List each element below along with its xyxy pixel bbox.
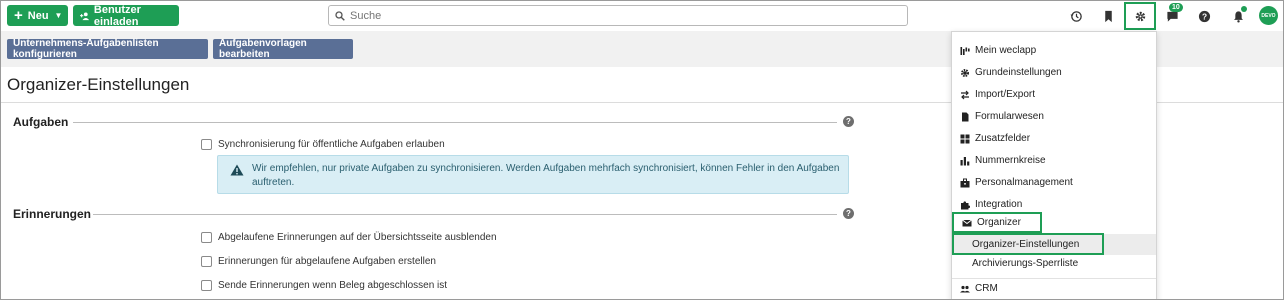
page-title: Organizer-Einstellungen (7, 75, 190, 94)
menu-item-label: Nummernkreise (975, 155, 1046, 166)
menu-item-personalmanagement[interactable]: Personalmanagement (952, 172, 1156, 193)
people-icon (960, 284, 970, 294)
menu-item-label: Personalmanagement (975, 177, 1073, 188)
sync-public-tasks-label: Synchronisierung für öffentliche Aufgabe… (218, 139, 445, 150)
gear-icon (960, 68, 970, 78)
reminder-option[interactable]: Sende Erinnerungen wenn Beleg abgeschlos… (201, 280, 447, 291)
menu-item-import-export[interactable]: Import/Export (952, 84, 1156, 105)
divider (73, 122, 837, 123)
edit-task-templates-button[interactable]: Aufgabenvorlagen bearbeiten (213, 38, 353, 60)
sync-public-tasks-checkbox[interactable] (201, 139, 212, 150)
menu-item-label: Organizer (977, 217, 1021, 228)
menu-item-label: Import/Export (975, 89, 1036, 100)
settings-menu: Mein weclapp Grundeinstellungen Import/E… (951, 31, 1157, 299)
document-icon (960, 112, 970, 122)
menu-item-label: CRM (975, 283, 998, 294)
reminder-option[interactable]: Abgelaufene Erinnerungen auf der Übersic… (201, 232, 497, 243)
selection-highlight (952, 233, 1104, 255)
puzzle-icon (960, 200, 970, 210)
help-icon[interactable]: ? (843, 208, 854, 219)
section-heading-reminders: Erinnerungen (13, 207, 92, 221)
sync-public-tasks-option[interactable]: Synchronisierung für öffentliche Aufgabe… (201, 139, 445, 150)
warning-icon (230, 164, 244, 176)
menu-item-archivierungs-sperrliste[interactable]: Archivierungs-Sperrliste (952, 253, 1156, 274)
menu-item-nummernkreise[interactable]: Nummernkreise (952, 150, 1156, 171)
grid-icon (960, 134, 970, 144)
invite-user-label: Benutzer einladen (93, 3, 141, 28)
history-icon[interactable] (1065, 5, 1087, 27)
avatar[interactable]: DEVO (1259, 6, 1278, 25)
search-box[interactable] (328, 5, 908, 26)
reminder-option-checkbox[interactable] (201, 256, 212, 267)
menu-item-crm[interactable]: CRM (952, 278, 1156, 299)
menu-item-label: Integration (975, 199, 1023, 210)
chat-badge: 10 (1169, 3, 1183, 12)
search-icon (335, 10, 345, 21)
menu-item-mein-weclapp[interactable]: Mein weclapp (952, 40, 1156, 61)
settings-gear-button[interactable] (1124, 2, 1156, 30)
bookmark-icon[interactable] (1097, 5, 1119, 27)
configure-task-lists-button[interactable]: Unternehmens-Aufgabenlisten konfiguriere… (7, 38, 208, 60)
menu-item-label: Grundeinstellungen (975, 67, 1062, 78)
reminder-option[interactable]: Erinnerungen für abgelaufene Aufgaben er… (201, 256, 436, 267)
menu-item-organizer[interactable]: Organizer (952, 212, 1042, 233)
reminder-option-label: Erinnerungen für abgelaufene Aufgaben er… (218, 256, 436, 267)
menu-item-zusatzfelder[interactable]: Zusatzfelder (952, 128, 1156, 149)
top-bar: + Neu ▼ Benutzer einladen Suche 10 ? DEV… (1, 1, 1283, 31)
reminder-option-label: Sende Erinnerungen wenn Beleg abgeschlos… (218, 280, 448, 291)
menu-item-formularwesen[interactable]: Formularwesen (952, 106, 1156, 127)
briefcase-icon (960, 178, 970, 188)
add-user-icon (80, 11, 90, 20)
new-button[interactable]: + Neu ▼ (7, 5, 68, 26)
reminder-option-checkbox[interactable] (201, 280, 212, 291)
mail-icon (962, 218, 972, 228)
warning-alert-text: Wir empfehlen, nur private Aufgaben zu s… (252, 163, 840, 188)
menu-item-grundeinstellungen[interactable]: Grundeinstellungen (952, 62, 1156, 83)
swap-icon (960, 90, 970, 100)
menu-item-label: Archivierungs-Sperrliste (972, 258, 1079, 269)
invite-user-button[interactable]: Benutzer einladen (73, 3, 179, 28)
menu-item-label: Formularwesen (975, 111, 1044, 122)
menu-item-organizer-einstellungen[interactable]: Organizer-Einstellungen (952, 233, 1156, 255)
reminder-option-label: Abgelaufene Erinnerungen auf der Übersic… (218, 232, 497, 243)
notification-dot (1241, 6, 1247, 12)
section-heading-tasks: Aufgaben (13, 115, 69, 129)
search-input[interactable] (350, 9, 890, 22)
divider (93, 214, 837, 215)
gear-icon (1135, 11, 1145, 21)
menu-item-label: Mein weclapp (975, 45, 1037, 56)
svg-text:?: ? (1201, 11, 1206, 21)
chart-icon (960, 46, 970, 56)
app-window: + Neu ▼ Benutzer einladen Suche 10 ? DEV… (0, 0, 1284, 300)
new-button-label: Neu (27, 9, 49, 22)
help-icon[interactable]: ? (843, 116, 854, 127)
help-icon[interactable]: ? (1193, 5, 1215, 27)
bar-chart-icon (960, 156, 970, 166)
reminder-option-checkbox[interactable] (201, 232, 212, 243)
chevron-down-icon: ▼ (54, 11, 63, 20)
menu-item-label: Zusatzfelder (975, 133, 1031, 144)
plus-icon: + (14, 7, 23, 24)
warning-alert: Wir empfehlen, nur private Aufgaben zu s… (217, 155, 849, 194)
